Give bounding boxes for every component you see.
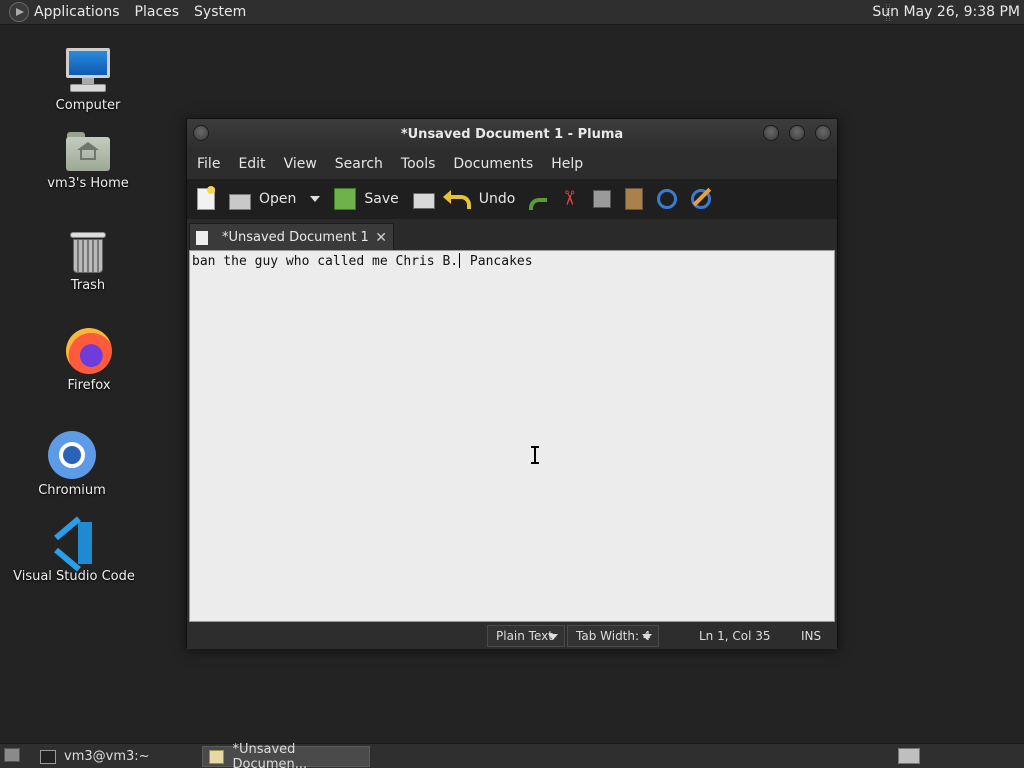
search-icon [657,189,678,209]
menu-documents[interactable]: Documents [453,156,533,172]
print-button[interactable] [412,191,435,209]
menu-edit[interactable]: Edit [238,156,265,172]
undo-button[interactable]: Undo [442,190,516,209]
save-icon [334,188,357,210]
chevron-down-icon[interactable] [310,196,321,202]
tab-width-selector[interactable]: Tab Width: 4 [567,625,659,647]
system-menu[interactable]: System [194,4,246,20]
desktop-icon-computer[interactable]: Computer [23,46,153,113]
menu-search[interactable]: Search [335,156,383,172]
desktop-icon-home[interactable]: vm3's Home [23,130,153,191]
desktop-icon-label: Firefox [67,378,111,393]
document-tabs: *Unsaved Document 1 ✕ [187,219,837,251]
paste-button[interactable] [625,188,644,210]
window-title: *Unsaved Document 1 - Pluma [400,127,624,142]
computer-icon [64,46,112,94]
copy-icon [593,190,612,208]
open-button[interactable]: Open [229,191,321,210]
ibeam-cursor-icon [531,446,539,464]
desktop-icon-label: Visual Studio Code [13,569,135,584]
language-selector[interactable]: Plain Text [487,625,565,647]
menu-view[interactable]: View [284,156,317,172]
menu-file[interactable]: File [197,156,220,172]
text-editor-icon [209,749,225,764]
toolbar: Open Save Undo [187,179,837,219]
new-document-icon [197,186,215,210]
text-before-caret: ban the guy who called me Chris B. [192,254,459,269]
menu-tools[interactable]: Tools [401,156,436,172]
undo-icon [442,190,471,209]
tab-label: *Unsaved Document 1 [222,230,369,245]
redo-button[interactable] [529,193,548,210]
applications-menu[interactable]: Applications [34,4,120,20]
scissors-icon [561,188,579,210]
desktop-icon-vscode[interactable]: Visual Studio Code [9,516,139,584]
top-panel: Applications Places System Sun May 26, 9… [0,0,1024,25]
save-label: Save [364,191,399,207]
clock[interactable]: Sun May 26, 9:38 PM [872,4,1020,20]
maximize-button[interactable] [789,125,805,141]
cut-button[interactable] [561,188,579,210]
menu-help[interactable]: Help [551,156,583,172]
minimize-button[interactable] [763,125,779,141]
language-value: Plain Text [496,629,553,643]
chevron-down-icon [642,634,652,640]
printer-icon [412,193,435,209]
save-button[interactable]: Save [334,188,399,210]
clipboard-icon [625,188,644,210]
tab-width-value: Tab Width: 4 [576,629,651,643]
taskbar-item-label: vm3@vm3:~ [64,749,150,764]
find-button[interactable] [657,189,678,209]
desktop-icon-trash[interactable]: Trash [23,230,153,293]
mate-logo-icon[interactable] [9,2,29,22]
desktop-icon-label: vm3's Home [47,176,129,191]
cursor-position: Ln 1, Col 35 [699,629,771,643]
show-desktop-icon[interactable] [4,748,20,762]
new-document-button[interactable] [197,186,215,210]
bottom-panel: vm3@vm3:~ *Unsaved Documen... [0,742,1024,768]
copy-button[interactable] [593,190,612,208]
workspace-switcher[interactable] [898,748,920,764]
open-label: Open [259,191,297,207]
menubar: File Edit View Search Tools Documents He… [187,151,837,177]
firefox-icon [66,328,112,374]
open-folder-icon [229,194,251,210]
replace-button[interactable] [691,189,712,209]
desktop-icon-chromium[interactable]: Chromium [7,431,137,498]
chromium-icon [48,431,96,479]
redo-icon [529,198,548,210]
text-document-icon [196,230,208,245]
insert-mode: INS [801,629,822,643]
desktop-icon-label: Computer [55,98,121,113]
text-editor[interactable]: ban the guy who called me Chris B. Panca… [189,250,835,622]
desktop-icon-firefox[interactable]: Firefox [24,328,154,393]
taskbar-item-terminal[interactable]: vm3@vm3:~ [34,746,198,767]
undo-label: Undo [478,191,516,207]
editor-content[interactable]: ban the guy who called me Chris B. Panca… [192,253,533,269]
chevron-down-icon [548,634,558,640]
taskbar-item-label: *Unsaved Documen... [232,741,308,768]
taskbar-item-pluma[interactable]: *Unsaved Documen... [202,742,370,768]
tab-unsaved-document-1[interactable]: *Unsaved Document 1 ✕ [189,223,394,251]
places-menu[interactable]: Places [135,4,180,20]
search-replace-icon [691,189,712,209]
vscode-icon [52,516,96,572]
statusbar: Plain Text Tab Width: 4 Ln 1, Col 35 INS [187,623,837,649]
trash-icon [69,230,107,274]
desktop-icon-label: Chromium [38,483,106,498]
close-button[interactable] [815,125,831,141]
text-caret [459,253,461,268]
close-icon[interactable]: ✕ [375,230,387,246]
terminal-icon [40,749,56,764]
desktop-icon-label: Trash [70,278,106,293]
text-after-caret: Pancakes [462,254,533,269]
window-titlebar[interactable]: *Unsaved Document 1 - Pluma [187,119,837,149]
home-folder-icon [65,130,111,172]
pluma-window: *Unsaved Document 1 - Pluma File Edit Vi… [186,118,838,649]
